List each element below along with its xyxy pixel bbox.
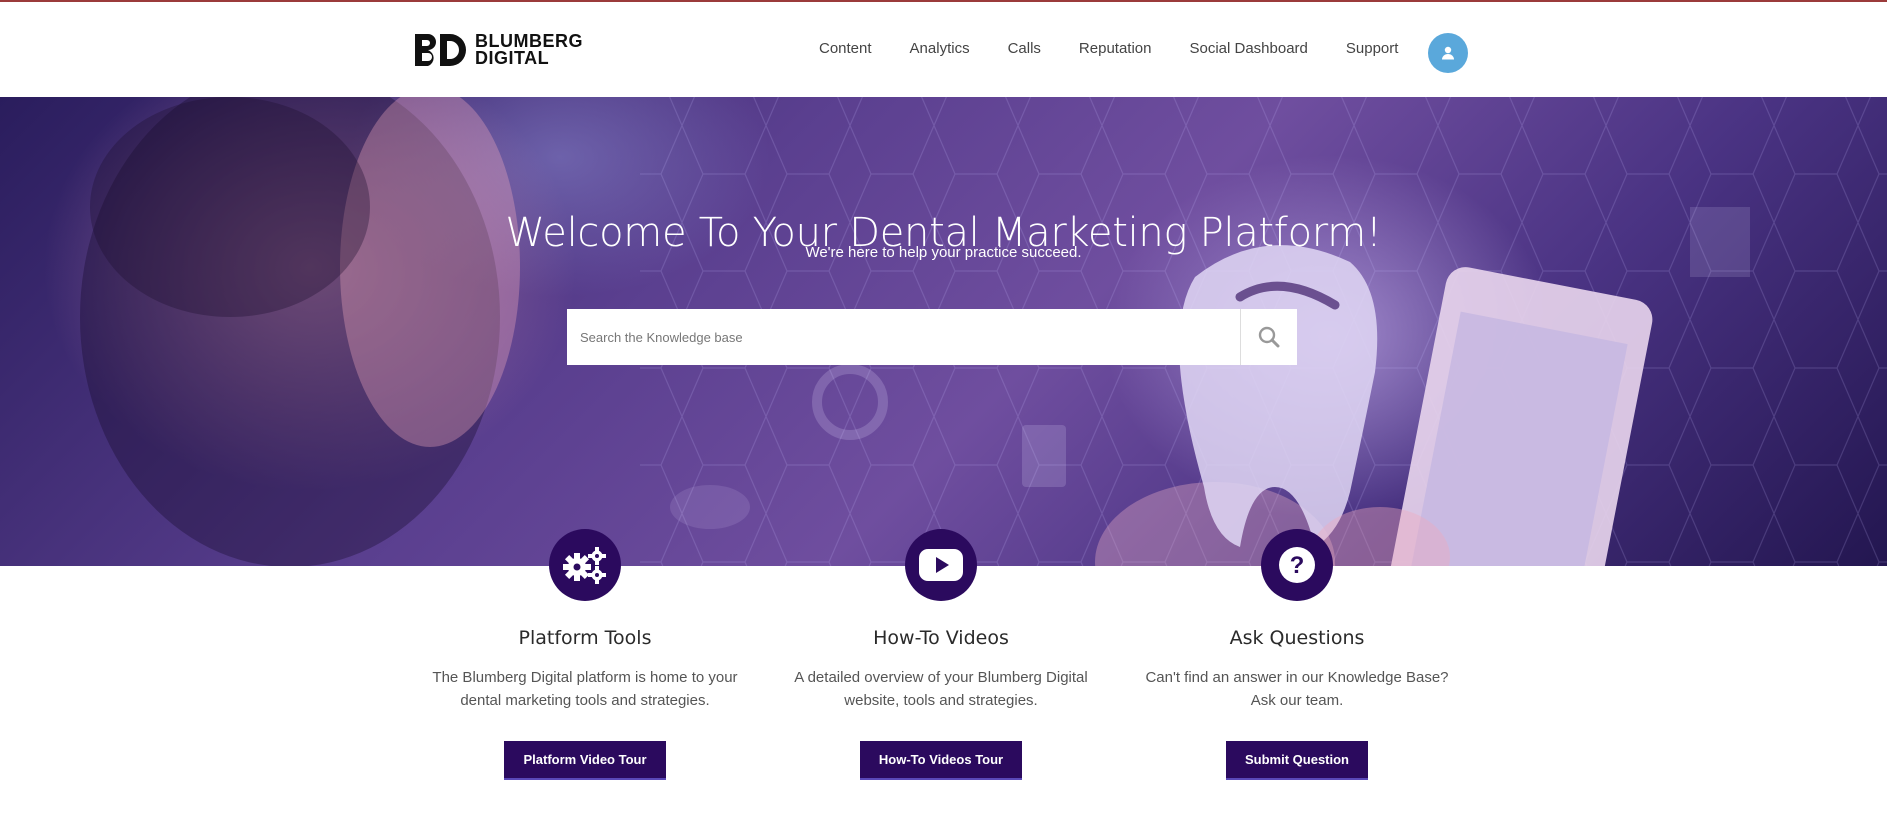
card-description: Can't find an answer in our Knowledge Ba… bbox=[1145, 669, 1449, 709]
card-title: Ask Questions bbox=[1229, 627, 1365, 649]
platform-video-tour-button[interactable]: Platform Video Tour bbox=[504, 741, 666, 780]
card-icon-circle bbox=[905, 529, 977, 601]
search-input[interactable] bbox=[567, 309, 1240, 365]
how-to-videos-tour-button[interactable]: How-To Videos Tour bbox=[859, 741, 1023, 780]
svg-text:?: ? bbox=[1290, 552, 1305, 579]
nav-item-calls[interactable]: Calls bbox=[1008, 40, 1041, 57]
question-icon: ? bbox=[1279, 547, 1315, 583]
nav-item-content[interactable]: Content bbox=[819, 40, 872, 57]
brand-name-line2: DIGITAL bbox=[475, 48, 550, 68]
play-video-icon bbox=[919, 549, 963, 581]
user-avatar-button[interactable] bbox=[1428, 33, 1468, 73]
main-nav: Content Analytics Calls Reputation Socia… bbox=[819, 40, 1398, 57]
search-icon bbox=[1258, 326, 1280, 348]
nav-item-support[interactable]: Support bbox=[1346, 40, 1399, 57]
feature-card-platform-tools: Platform Tools The Blumberg Digital plat… bbox=[405, 529, 765, 780]
knowledge-base-search bbox=[567, 309, 1297, 365]
hero-subtitle: We're here to help your practice succeed… bbox=[805, 244, 1082, 261]
feature-card-how-to-videos: How-To Videos A detailed overview of you… bbox=[761, 529, 1121, 780]
logo-mark-icon bbox=[415, 34, 466, 66]
brand-name: BLUMBERG DIGITAL bbox=[475, 32, 583, 68]
card-title: Platform Tools bbox=[518, 627, 652, 649]
search-button[interactable] bbox=[1240, 309, 1297, 365]
card-icon-circle: ? bbox=[1261, 529, 1333, 601]
submit-question-button[interactable]: Submit Question bbox=[1226, 741, 1368, 780]
user-icon bbox=[1442, 46, 1454, 60]
card-description: The Blumberg Digital platform is home to… bbox=[432, 669, 738, 709]
hero-banner: Welcome To Your Dental Marketing Platfor… bbox=[0, 97, 1887, 566]
nav-item-analytics[interactable]: Analytics bbox=[910, 40, 970, 57]
site-header: BLUMBERG DIGITAL Content Analytics Calls… bbox=[0, 2, 1887, 97]
card-icon-circle bbox=[549, 529, 621, 601]
gears-icon bbox=[563, 547, 606, 584]
brand-logo[interactable]: BLUMBERG DIGITAL bbox=[413, 32, 583, 68]
feature-card-ask-questions: ? Ask Questions Can't find an answer in … bbox=[1117, 529, 1477, 780]
nav-item-social-dashboard[interactable]: Social Dashboard bbox=[1189, 40, 1307, 57]
nav-item-reputation[interactable]: Reputation bbox=[1079, 40, 1152, 57]
card-description: A detailed overview of your Blumberg Dig… bbox=[794, 669, 1088, 709]
card-title: How-To Videos bbox=[873, 627, 1009, 649]
